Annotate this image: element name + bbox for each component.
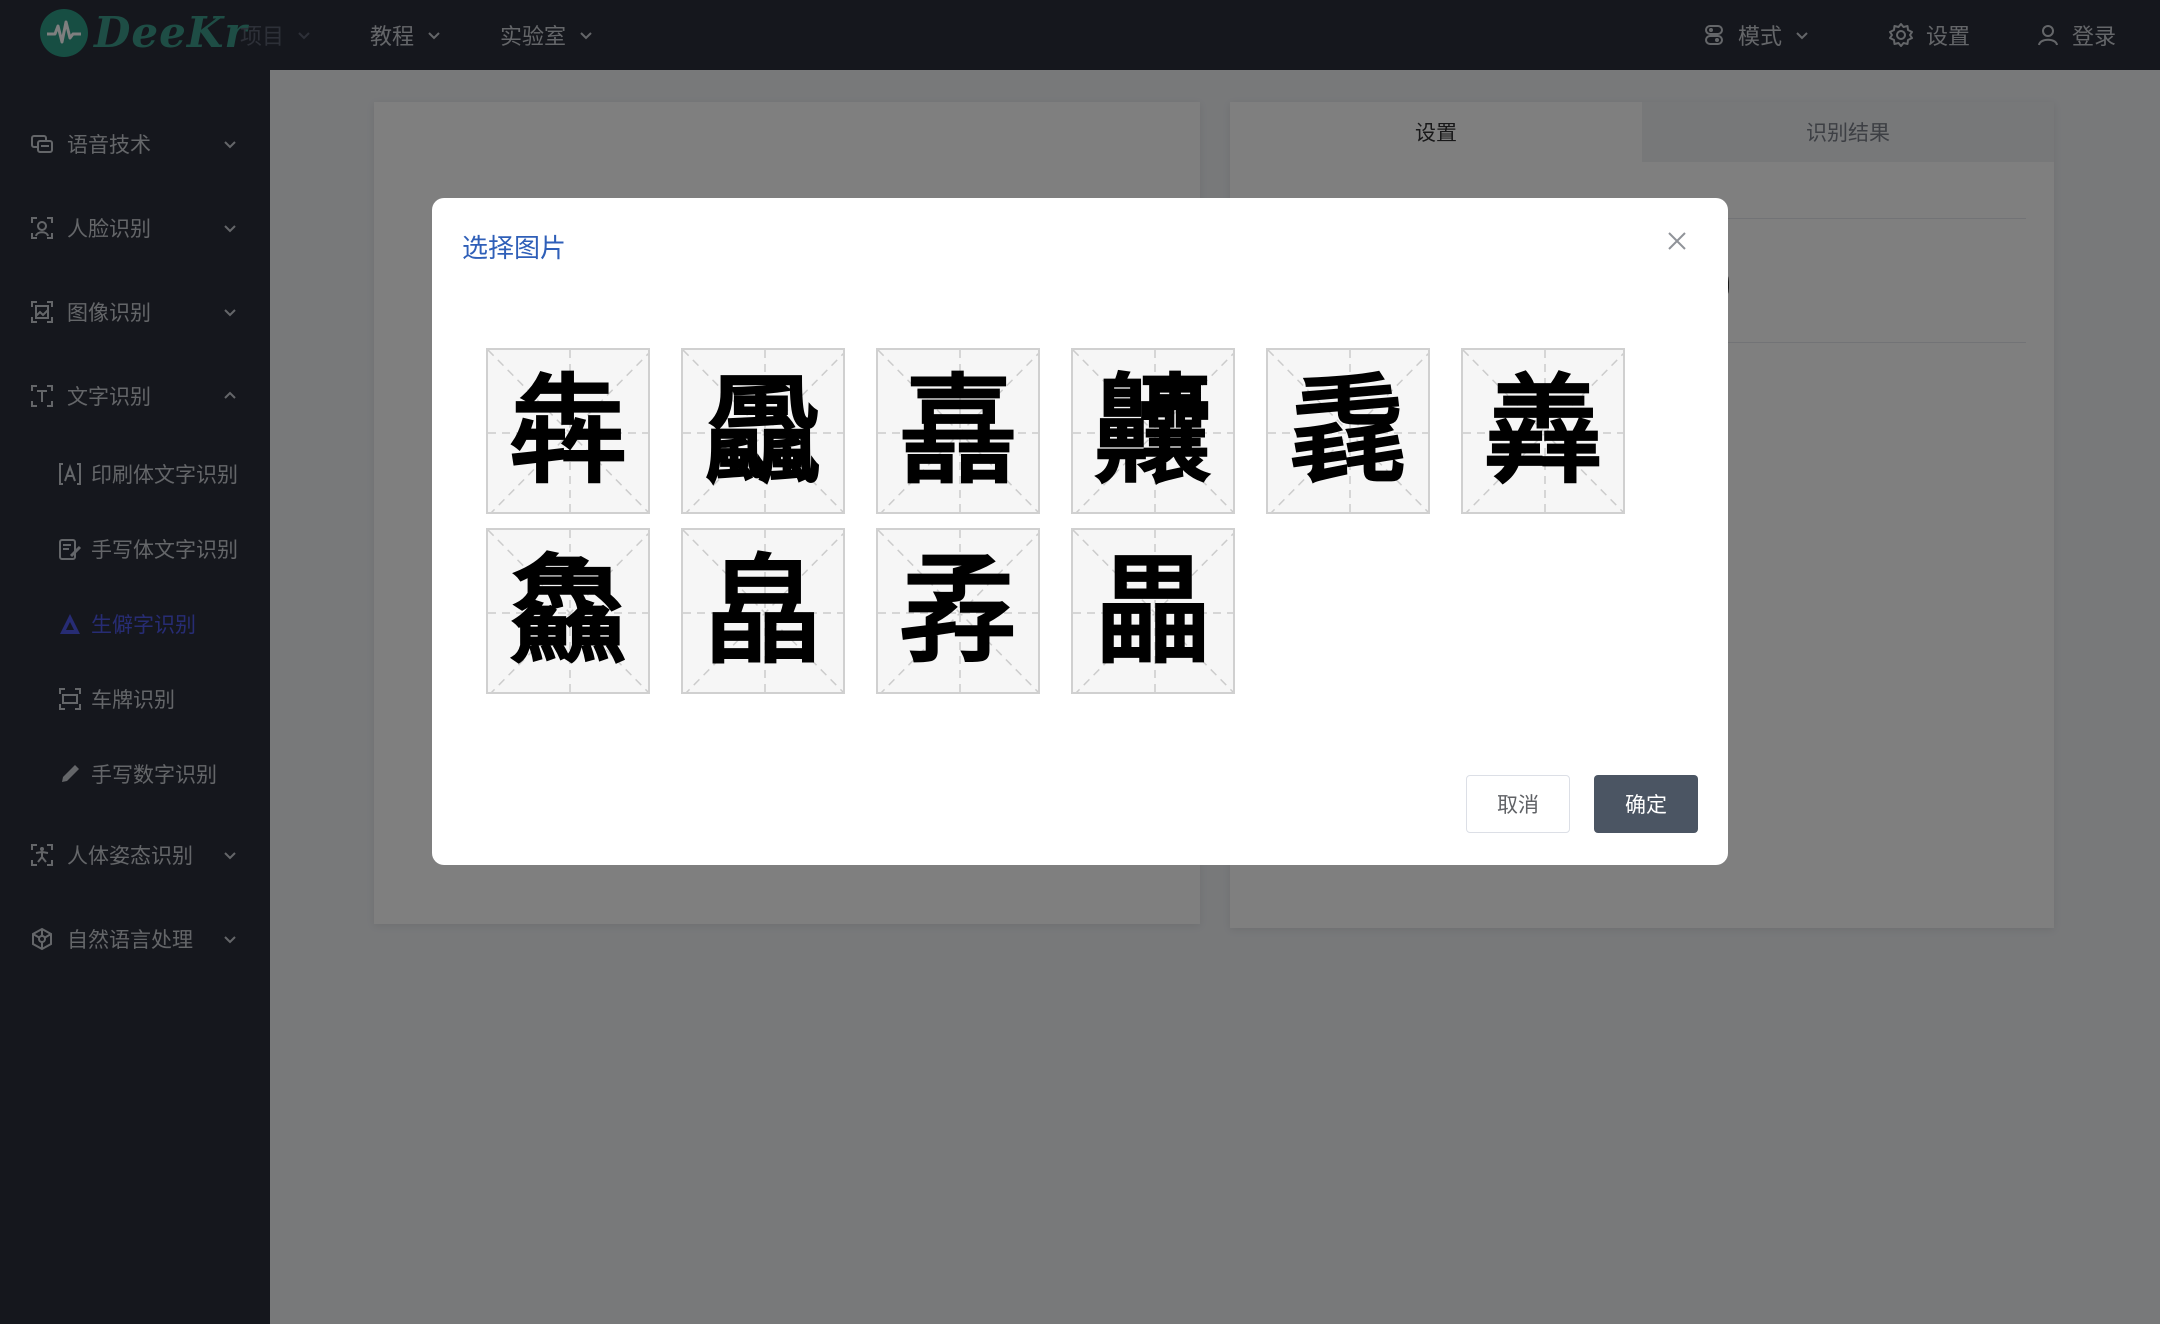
image-option[interactable]: 孨 bbox=[876, 528, 1040, 694]
image-option[interactable]: 嚞 bbox=[876, 348, 1040, 514]
rare-character: 鱻 bbox=[508, 541, 627, 680]
image-option[interactable]: 皛 bbox=[681, 528, 845, 694]
rare-character: 孨 bbox=[898, 541, 1017, 680]
dialog-title: 选择图片 bbox=[462, 234, 567, 264]
rare-character: 飍 bbox=[703, 361, 822, 500]
image-option[interactable]: 飍 bbox=[681, 348, 845, 514]
image-option[interactable]: 毳 bbox=[1266, 348, 1430, 514]
image-grid: 犇 飍 嚞 齉 毳 羴 鱻 皛 孨 畾 bbox=[486, 348, 1636, 694]
select-image-dialog: 选择图片 犇 飍 嚞 齉 毳 羴 鱻 皛 孨 畾 取消 确定 bbox=[432, 198, 1728, 865]
image-option[interactable]: 羴 bbox=[1461, 348, 1625, 514]
rare-character: 羴 bbox=[1483, 361, 1602, 500]
cancel-button-label: 取消 bbox=[1497, 793, 1539, 817]
image-option[interactable]: 齉 bbox=[1071, 348, 1235, 514]
rare-character: 皛 bbox=[703, 541, 822, 680]
rare-character: 毳 bbox=[1288, 361, 1407, 500]
confirm-button-label: 确定 bbox=[1625, 793, 1667, 817]
rare-character: 犇 bbox=[508, 361, 627, 500]
close-icon[interactable] bbox=[1666, 230, 1688, 252]
image-option[interactable]: 畾 bbox=[1071, 528, 1235, 694]
image-option[interactable]: 鱻 bbox=[486, 528, 650, 694]
rare-character: 嚞 bbox=[898, 361, 1017, 500]
confirm-button[interactable]: 确定 bbox=[1594, 775, 1698, 833]
rare-character: 齉 bbox=[1093, 361, 1212, 500]
image-option[interactable]: 犇 bbox=[486, 348, 650, 514]
rare-character: 畾 bbox=[1093, 541, 1212, 680]
cancel-button[interactable]: 取消 bbox=[1466, 775, 1570, 833]
